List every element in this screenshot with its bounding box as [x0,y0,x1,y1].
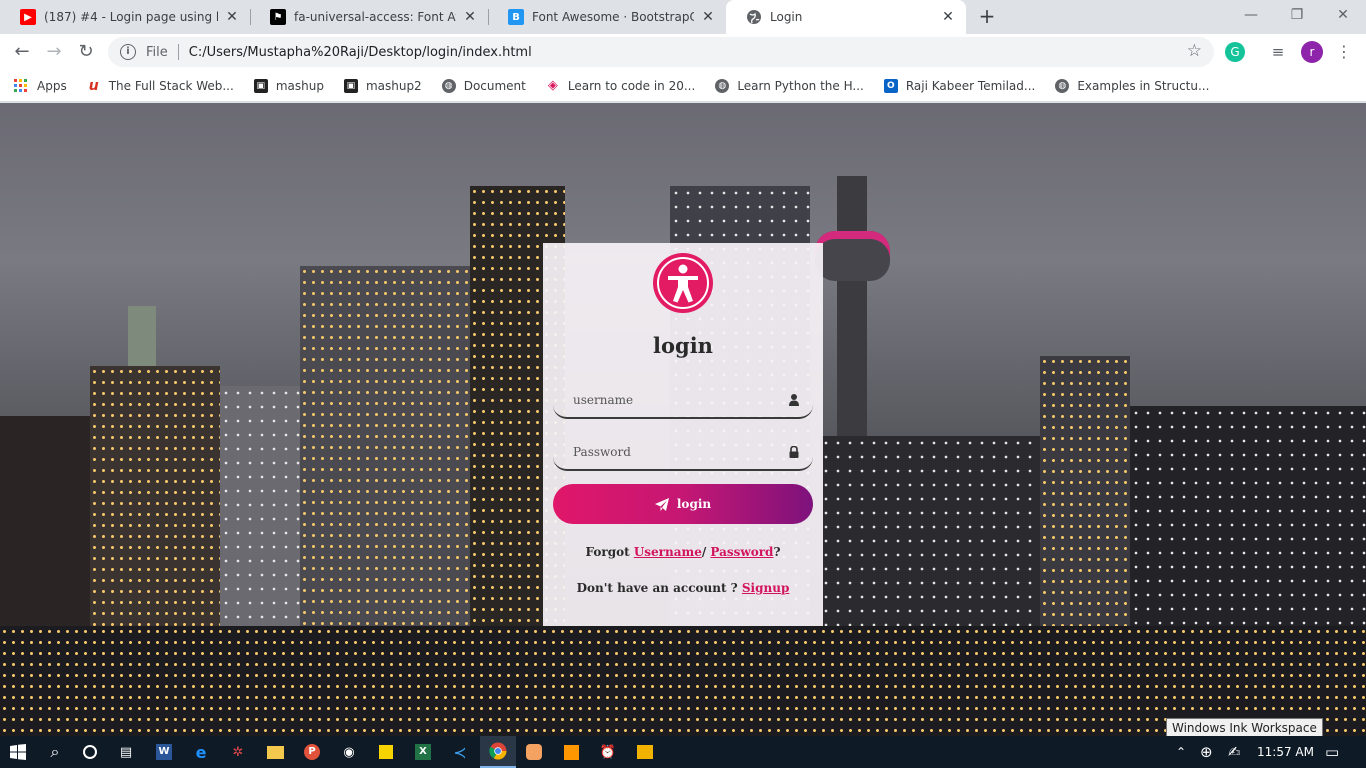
password-input[interactable] [573,445,787,459]
youtube-icon: ▶ [20,9,36,25]
globe-icon [746,9,762,25]
bookmark-examples[interactable]: ◍ Examples in Structu... [1055,78,1209,93]
ink-workspace-tooltip: Windows Ink Workspace [1166,718,1323,738]
page-content: login login Forgot Username/ Password? D… [0,103,1366,736]
word-icon[interactable]: W [152,740,176,764]
mashup-icon: ▣ [253,78,268,93]
signup-link[interactable]: Signup [742,581,789,595]
clock[interactable]: 11:57 AM [1257,736,1314,768]
tab-title: fa-universal-access: Font Awesome [294,10,456,24]
url-text: C:/Users/Mustapha%20Raji/Desktop/login/i… [188,44,532,60]
u-logo-icon: u [88,77,99,94]
menu-icon[interactable]: ⋮ [1334,42,1354,62]
bookmark-mashup[interactable]: ▣ mashup [253,78,324,93]
username-input[interactable] [573,393,787,407]
bookmark-apps[interactable]: Apps [14,78,67,93]
forward-icon[interactable]: → [43,41,65,63]
close-icon[interactable]: ✕ [224,9,240,25]
tab-title: Font Awesome · BootstrapCDN b [532,10,694,24]
back-icon[interactable]: ← [11,41,33,63]
globe-icon: ◍ [441,78,456,93]
tab-strip: ▶ (187) #4 - Login page using html ✕ ⚑ f… [0,0,1366,34]
login-card: login login Forgot Username/ Password? D… [543,243,823,626]
media-queue-icon[interactable]: ≡ [1268,42,1288,62]
bookmark-raji-kabeer[interactable]: O Raji Kabeer Temilad... [883,78,1035,93]
lock-icon [787,445,801,459]
globe-icon: ◍ [1055,78,1070,93]
tab-title: (187) #4 - Login page using html [44,10,218,24]
bookmarks-bar: Apps u The Full Stack Web... ▣ mashup ▣ … [0,70,1366,102]
star-icon[interactable]: ☆ [1187,41,1202,61]
forgot-password-link[interactable]: Password [710,545,773,559]
browser-toolbar: ← → ↻ i File C:/Users/Mustapha%20Raji/De… [0,34,1366,70]
edge-icon[interactable]: e [189,740,213,764]
apps-grid-icon [14,78,28,93]
show-hidden-icons-icon[interactable]: ⌃ [1176,736,1186,768]
user-icon [787,393,801,407]
tab-youtube[interactable]: ▶ (187) #4 - Login page using html ✕ [0,0,250,34]
avatar[interactable]: r [1301,41,1323,63]
tab-font-awesome[interactable]: ⚑ fa-universal-access: Font Awesome ✕ [250,0,488,34]
globe-icon: ◍ [715,78,730,93]
tab-title: Login [770,10,803,24]
bookmark-document[interactable]: ◍ Document [441,78,526,93]
search-icon[interactable]: ⌕ [43,740,67,764]
app-chart-icon[interactable] [633,740,657,764]
network-icon[interactable]: ⊕ [1200,736,1213,768]
paper-plane-icon [654,497,669,511]
mashup-icon: ▣ [343,78,358,93]
task-view-icon[interactable]: ▤ [114,740,138,764]
pen-icon[interactable]: ✍ [1228,736,1241,768]
password-field[interactable] [553,435,813,471]
minimize-icon[interactable]: — [1228,0,1274,30]
excel-icon[interactable]: X [411,740,435,764]
close-icon[interactable]: ✕ [462,9,478,25]
page-title: login [653,333,713,358]
tab-bootstrapcdn[interactable]: B Font Awesome · BootstrapCDN b ✕ [488,0,726,34]
cortana-icon[interactable] [78,740,102,764]
restore-icon[interactable]: ❐ [1274,0,1320,30]
flag-icon: ⚑ [270,9,286,25]
taskbar: ⌕ ▤ W e ✲ P ◉ X ≺ ⏰ ⌃ ⊕ ✍ 11:57 AM ▭ [0,736,1366,768]
app-p-icon[interactable]: P [300,740,324,764]
windows-start-icon[interactable] [6,740,30,764]
record-icon[interactable]: ◉ [337,740,361,764]
bookmark-mashup2[interactable]: ▣ mashup2 [343,78,422,93]
scheme-label: File [146,44,168,60]
file-explorer-icon[interactable] [263,740,287,764]
sublime-icon[interactable] [559,740,583,764]
gear-icon[interactable]: ✲ [226,740,250,764]
signup-prompt: Don't have an account ? Signup [576,581,790,595]
address-bar[interactable]: i File C:/Users/Mustapha%20Raji/Desktop/… [108,37,1214,67]
close-icon[interactable]: ✕ [700,9,716,25]
outlook-icon: O [883,78,898,93]
bookmark-full-stack[interactable]: u The Full Stack Web... [87,77,234,94]
new-tab-button[interactable]: + [976,5,998,27]
close-icon[interactable]: ✕ [940,9,956,25]
bookmark-learn-python[interactable]: ◍ Learn Python the H... [715,78,864,93]
login-button[interactable]: login [553,484,813,524]
username-field[interactable] [553,383,813,419]
notifications-icon[interactable]: ▭ [1325,736,1339,768]
bookmark-learn-to-code[interactable]: ◈ Learn to code in 20... [546,78,695,93]
forgot-credentials-text: Forgot Username/ Password? [585,545,781,559]
bootstrap-icon: B [508,9,524,25]
universal-access-icon [653,253,713,313]
info-icon[interactable]: i [120,44,136,60]
alarm-clock-icon[interactable]: ⏰ [596,740,620,764]
forgot-username-link[interactable]: Username [634,545,702,559]
chrome-icon[interactable] [480,736,516,768]
close-window-icon[interactable]: ✕ [1320,0,1366,30]
grammarly-icon[interactable]: G [1225,42,1245,62]
tab-login[interactable]: Login ✕ [726,0,966,34]
app-orange-icon[interactable] [522,740,546,764]
vscode-icon[interactable]: ≺ [448,740,472,764]
diamond-icon: ◈ [547,78,558,93]
sticky-notes-icon[interactable] [374,740,398,764]
reload-icon[interactable]: ↻ [75,41,97,63]
login-button-label: login [676,497,712,511]
